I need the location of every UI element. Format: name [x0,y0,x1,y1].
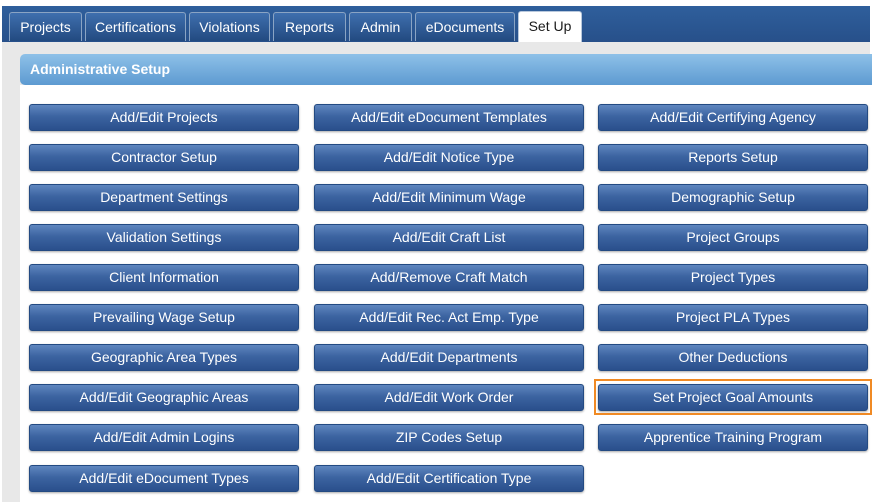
add-edit-certification-type-button[interactable]: Add/Edit Certification Type [314,465,584,492]
tab-certifications[interactable]: Certifications [85,12,186,41]
set-project-goal-amounts-button[interactable]: Set Project Goal Amounts [598,384,868,411]
add-edit-certifying-agency-button[interactable]: Add/Edit Certifying Agency [598,104,868,131]
reports-setup-button[interactable]: Reports Setup [598,144,868,171]
zip-codes-setup-button[interactable]: ZIP Codes Setup [314,424,584,451]
tab-admin[interactable]: Admin [349,12,412,41]
contractor-setup-button[interactable]: Contractor Setup [29,144,299,171]
section-header: Administrative Setup [20,54,872,85]
add-edit-notice-type-button[interactable]: Add/Edit Notice Type [314,144,584,171]
other-deductions-button[interactable]: Other Deductions [598,344,868,371]
tab-projects[interactable]: Projects [9,12,82,41]
tab-edocuments[interactable]: eDocuments [415,12,515,41]
add-edit-geographic-areas-button[interactable]: Add/Edit Geographic Areas [29,384,299,411]
tab-reports[interactable]: Reports [273,12,346,41]
add-edit-projects-button[interactable]: Add/Edit Projects [29,104,299,131]
department-settings-button[interactable]: Department Settings [29,184,299,211]
add-edit-departments-button[interactable]: Add/Edit Departments [314,344,584,371]
apprentice-training-program-button[interactable]: Apprentice Training Program [598,424,868,451]
add-edit-minimum-wage-button[interactable]: Add/Edit Minimum Wage [314,184,584,211]
add-edit-work-order-button[interactable]: Add/Edit Work Order [314,384,584,411]
project-pla-types-button[interactable]: Project PLA Types [598,304,868,331]
validation-settings-button[interactable]: Validation Settings [29,224,299,251]
client-information-button[interactable]: Client Information [29,264,299,291]
add-edit-rec-act-emp-type-button[interactable]: Add/Edit Rec. Act Emp. Type [314,304,584,331]
project-groups-button[interactable]: Project Groups [598,224,868,251]
add-remove-craft-match-button[interactable]: Add/Remove Craft Match [314,264,584,291]
prevailing-wage-setup-button[interactable]: Prevailing Wage Setup [29,304,299,331]
add-edit-edocument-templates-button[interactable]: Add/Edit eDocument Templates [314,104,584,131]
geographic-area-types-button[interactable]: Geographic Area Types [29,344,299,371]
add-edit-edocument-types-button[interactable]: Add/Edit eDocument Types [29,465,299,492]
add-edit-craft-list-button[interactable]: Add/Edit Craft List [314,224,584,251]
tab-set-up[interactable]: Set Up [518,11,582,42]
project-types-button[interactable]: Project Types [598,264,868,291]
tab-violations[interactable]: Violations [189,12,270,41]
add-edit-admin-logins-button[interactable]: Add/Edit Admin Logins [29,424,299,451]
top-nav-bar: Projects Certifications Violations Repor… [0,0,872,42]
demographic-setup-button[interactable]: Demographic Setup [598,184,868,211]
